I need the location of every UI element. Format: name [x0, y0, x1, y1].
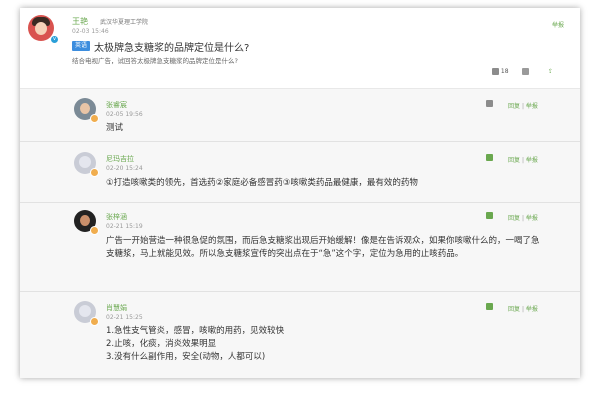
question-date: 02-03 15:46 [72, 28, 109, 35]
comment-text: ①打造咳嗽类的领先，首选药②家庭必备感冒药③咳嗽类药品最健康，最有效的药物 [106, 178, 418, 188]
user-badge-icon [90, 114, 99, 123]
comment-text-line: 2.止咳，化痰，消炎效果明显 [106, 339, 217, 349]
comment-icon [522, 68, 530, 75]
comment-text: 测试 [106, 123, 124, 133]
verified-badge-icon: v [50, 35, 59, 44]
separator: | [521, 215, 524, 222]
avatar-face [79, 305, 91, 317]
user-badge-icon [90, 317, 99, 326]
report-link[interactable]: 举报 [526, 103, 538, 110]
comment-list: 张睿宸 02-05 19:56 测试 回复 | 举报 尼玛吉拉 02-20 15… [20, 89, 580, 378]
comment-actions: 回复 | 举报 [508, 304, 538, 313]
comment-date: 02-05 19:56 [106, 111, 143, 118]
report-link[interactable]: 举报 [526, 215, 538, 222]
separator: | [521, 157, 524, 164]
separator: | [521, 103, 524, 110]
thumbs-up-icon[interactable] [486, 212, 493, 219]
comment-date: 02-21 15:19 [106, 223, 143, 230]
avatar-face [79, 156, 91, 168]
report-link[interactable]: 举报 [526, 157, 538, 164]
comment-text-line: 3.没有什么副作用，安全(动物，人都可以) [106, 352, 266, 362]
like-count: 18 [500, 68, 509, 75]
comment-author[interactable]: 尼玛吉拉 [106, 154, 134, 164]
comment-date: 02-21 15:25 [106, 314, 143, 321]
comment-actions: 回复 | 举报 [508, 213, 538, 222]
user-badge-icon [90, 226, 99, 235]
avatar-face [80, 103, 90, 114]
avatar-face [80, 215, 90, 226]
comment-author[interactable]: 张睿宸 [106, 100, 127, 110]
avatar-face [35, 22, 47, 35]
question-subtitle: 结合电视广告，试回答太极牌急支糖浆的品牌定位是什么? [72, 57, 238, 65]
question-like-button[interactable]: 18 [492, 68, 530, 75]
user-badge-icon [90, 168, 99, 177]
question-report-link[interactable]: 举报 [552, 20, 564, 29]
comment-date: 02-20 15:24 [106, 165, 143, 172]
question-author-school: 武汉华夏理工学院 [100, 19, 149, 26]
comment-item: 张睿宸 02-05 19:56 测试 回复 | 举报 [20, 89, 580, 142]
reply-link[interactable]: 回复 [508, 306, 520, 313]
comment-actions: 回复 | 举报 [508, 155, 538, 164]
comment-item: 尼玛吉拉 02-20 15:24 ①打造咳嗽类的领先，首选药②家庭必备感冒药③咳… [20, 142, 580, 203]
reply-link[interactable]: 回复 [508, 157, 520, 164]
share-icon[interactable]: ⇪ [548, 68, 553, 75]
thumbs-up-icon[interactable] [486, 154, 493, 161]
question-header: v 王艳 武汉华夏理工学院 02-03 15:46 举报 英语 太极牌急支糖浆的… [20, 8, 580, 89]
reply-link[interactable]: 回复 [508, 103, 520, 110]
report-link[interactable]: 举报 [526, 306, 538, 313]
thumbs-up-icon [492, 68, 499, 75]
question-author-name[interactable]: 王艳 [72, 16, 88, 27]
comment-item: 肖慧娟 02-21 15:25 1.急性支气管炎，感冒，咳嗽的用药，见效较快 2… [20, 292, 580, 378]
comment-text: 广告一开始营造一种很急促的氛围，而后急支糖浆出现后开始缓解！像是在告诉观众，如果… [106, 236, 540, 259]
question-title: 太极牌急支糖浆的品牌定位是什么? [94, 43, 250, 54]
thumbs-up-icon[interactable] [486, 100, 493, 107]
comment-text-line: 1.急性支气管炎，感冒，咳嗽的用药，见效较快 [106, 326, 285, 336]
discussion-panel: v 王艳 武汉华夏理工学院 02-03 15:46 举报 英语 太极牌急支糖浆的… [20, 8, 580, 378]
comment-author[interactable]: 肖慧娟 [106, 303, 127, 313]
comment-actions: 回复 | 举报 [508, 101, 538, 110]
comment-item: 张梓涵 02-21 15:19 广告一开始营造一种很急促的氛围，而后急支糖浆出现… [20, 203, 580, 292]
comment-author[interactable]: 张梓涵 [106, 212, 127, 222]
subject-tag: 英语 [72, 41, 90, 51]
thumbs-up-icon[interactable] [486, 303, 493, 310]
separator: | [521, 306, 524, 313]
reply-link[interactable]: 回复 [508, 215, 520, 222]
